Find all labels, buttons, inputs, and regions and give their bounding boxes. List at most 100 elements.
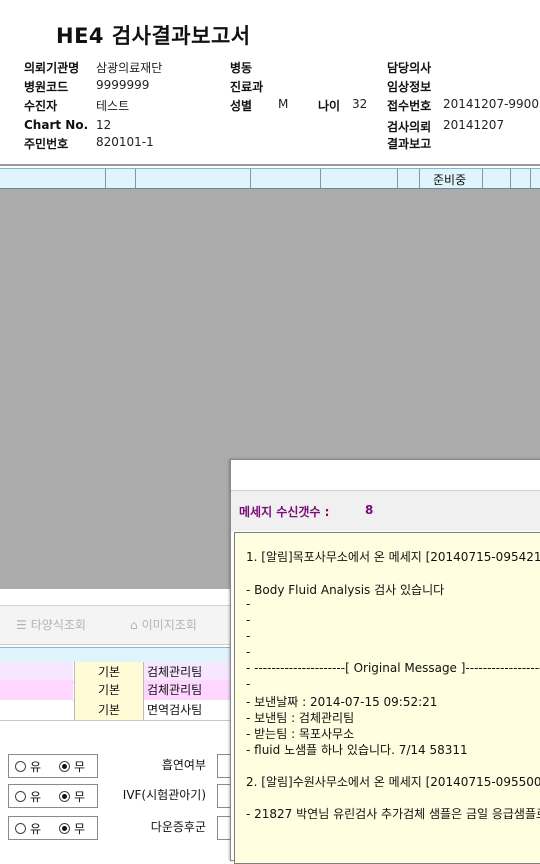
message-count-bar: 메세지 수신갯수 : 8 [231, 491, 540, 531]
message-line: - [246, 629, 251, 643]
image-view-button[interactable]: ⌂ 이미지조회 [130, 616, 197, 633]
view-toolbar: ☰ 타양식조회 ⌂ 이미지조회 [0, 605, 232, 645]
ivf-radio-group: 유 무 [8, 784, 98, 808]
row-type-cell: 기본 [74, 662, 143, 682]
grid-column-divider [419, 169, 420, 188]
result-grid-header[interactable]: 준비중 [0, 168, 540, 189]
report-title: HE4 검사결과보고서 [56, 24, 251, 48]
smoking-radio-group: 유 무 [8, 754, 98, 778]
row-type-cell: 기본 [74, 700, 143, 720]
down-syndrome-no-radio[interactable]: 무 [59, 820, 85, 837]
message-line: - [246, 677, 251, 691]
row-type-cell: 기본 [74, 680, 143, 700]
hospital-code-value: 9999999 [96, 78, 150, 92]
grid-column-divider [105, 169, 106, 188]
radio-yes-label: 유 [30, 822, 42, 836]
chart-no-label: Chart No. [24, 118, 89, 132]
grid-column-divider [320, 169, 321, 188]
multi-view-label: 타양식조회 [30, 618, 86, 632]
message-line: - [246, 613, 251, 627]
radio-circle-icon [15, 761, 26, 772]
tag-icon: ⌂ [130, 618, 138, 632]
institution-value: 삼광의료재단 [96, 61, 163, 75]
result-report-label: 결과보고 [387, 137, 432, 151]
message-count-label: 메세지 수신갯수 : [239, 505, 330, 519]
list-icon: ☰ [16, 618, 27, 632]
smoking-no-radio[interactable]: 무 [59, 758, 85, 775]
ivf-no-radio[interactable]: 무 [59, 788, 85, 805]
age-value: 32 [352, 97, 368, 111]
hospital-code-label: 병원코드 [24, 80, 69, 94]
institution-label: 의뢰기관명 [24, 61, 80, 75]
row-team-cell: 검체관리팀 [143, 662, 232, 682]
age-label: 나이 [318, 99, 341, 113]
ivf-label: IVF(시험관아기) [122, 788, 206, 802]
message-line: - Body Fluid Analysis 검사 있습니다 [246, 583, 445, 597]
clinical-info-label: 임상정보 [387, 80, 432, 94]
down-syndrome-radio-row: 유 무 다운증후군 [0, 814, 232, 844]
patient-label: 수진자 [24, 99, 58, 113]
radio-selected-icon [59, 823, 70, 834]
message-line: 1. [알림]목포사무소에서 온 메세지 [20140715-095421] [246, 550, 540, 564]
doctor-label: 담당의사 [387, 61, 432, 75]
header-separator [0, 164, 540, 166]
row-team-cell: 면역검사팀 [143, 700, 232, 720]
radio-selected-icon [59, 761, 70, 772]
message-window-titlebar[interactable] [231, 460, 540, 491]
radio-no-label: 무 [74, 760, 86, 774]
down-syndrome-radio-group: 유 무 [8, 816, 98, 840]
message-line: - fluid 노샘플 하나 있습니다. 7/14 58311 [246, 743, 468, 757]
message-line: - [246, 645, 251, 659]
radio-selected-icon [59, 791, 70, 802]
grid-column-divider [135, 169, 136, 188]
grid-column-divider [510, 169, 511, 188]
receipt-no-value: 20141207-99001 [443, 97, 540, 111]
ward-label: 병동 [230, 61, 253, 75]
grid-column-divider [482, 169, 483, 188]
message-line: - [246, 597, 251, 611]
radio-no-label: 무 [74, 822, 86, 836]
team-table-header [0, 647, 232, 663]
message-count-value: 8 [365, 503, 374, 517]
rrn-label: 주민번호 [24, 137, 69, 151]
grid-status-text: 준비중 [433, 173, 467, 187]
message-line: - 받는팀 : 목포사무소 [246, 727, 355, 741]
chart-no-value: 12 [96, 118, 112, 132]
smoking-radio-row: 유 무 흡연여부 [0, 752, 232, 782]
radio-yes-label: 유 [30, 760, 42, 774]
grid-column-divider [397, 169, 398, 188]
department-label: 진료과 [230, 80, 264, 94]
multi-view-button[interactable]: ☰ 타양식조회 [16, 616, 86, 633]
message-line: - ---------------------[ Original Messag… [246, 661, 540, 675]
smoking-label: 흡연여부 [161, 758, 206, 772]
request-date-value: 20141207 [443, 118, 505, 132]
message-line: - 보낸날짜 : 2014-07-15 09:52:21 [246, 695, 438, 709]
down-syndrome-label: 다운증후군 [150, 820, 206, 834]
radio-no-label: 무 [74, 790, 86, 804]
radio-circle-icon [15, 791, 26, 802]
message-popup-window[interactable]: 메세지 수신갯수 : 8 1. [알림]목포사무소에서 온 메세지 [20140… [230, 459, 540, 864]
ivf-yes-radio[interactable]: 유 [15, 788, 41, 805]
table-row[interactable]: 기본 검체관리팀 [0, 680, 232, 701]
message-line: - 보낸팀 : 검체관리팀 [246, 711, 355, 725]
row-marker-cell [0, 680, 73, 700]
radio-yes-label: 유 [30, 790, 42, 804]
receipt-no-label: 접수번호 [387, 99, 432, 113]
sex-label: 성별 [230, 99, 253, 113]
row-marker-cell [0, 662, 73, 682]
request-date-label: 검사의뢰 [387, 120, 432, 134]
grid-column-divider [530, 169, 531, 188]
smoking-yes-radio[interactable]: 유 [15, 758, 41, 775]
grid-column-divider [250, 169, 251, 188]
sex-value: M [278, 97, 289, 111]
row-marker-cell [0, 700, 73, 720]
radio-circle-icon [15, 823, 26, 834]
row-team-cell: 검체관리팀 [143, 680, 232, 700]
message-text-area[interactable]: 1. [알림]목포사무소에서 온 메세지 [20140715-095421] -… [234, 532, 540, 864]
rrn-value: 820101-1 [96, 135, 154, 149]
down-syndrome-yes-radio[interactable]: 유 [15, 820, 41, 837]
image-view-label: 이미지조회 [141, 618, 197, 632]
message-line: - 21827 박연님 유린검사 추가검체 샘플은 금일 응급샘플로 [246, 807, 540, 821]
ivf-radio-row: 유 무 IVF(시험관아기) [0, 782, 232, 812]
table-row[interactable]: 기본 면역검사팀 [0, 700, 232, 721]
